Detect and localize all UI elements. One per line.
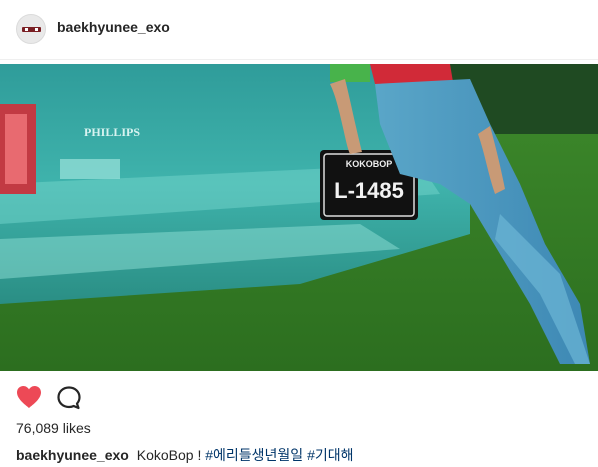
avatar[interactable] <box>16 14 46 44</box>
likes-number: 76,089 <box>16 420 59 436</box>
like-button[interactable] <box>16 385 44 411</box>
speech-bubble-icon <box>57 386 81 410</box>
heart-icon <box>17 386 41 408</box>
post-username[interactable]: baekhyunee_exo <box>57 19 170 35</box>
comment-button[interactable] <box>56 385 82 411</box>
hashtag-link[interactable]: #기대해 <box>307 447 353 463</box>
avatar-logo <box>22 27 41 32</box>
post-photo[interactable]: PHILLIPS KOKOBOP L-1485 <box>0 64 598 371</box>
caption-text: KokoBop ! <box>136 447 202 463</box>
plate-main-text: L-1485 <box>334 178 404 203</box>
plate-top-text: KOKOBOP <box>346 159 393 169</box>
caption-username[interactable]: baekhyunee_exo <box>16 447 129 463</box>
hashtag-link[interactable]: #에리들생년월일 <box>205 447 303 463</box>
post-header: baekhyunee_exo <box>0 0 598 60</box>
likes-label: likes <box>62 420 91 436</box>
photo-image: PHILLIPS KOKOBOP L-1485 <box>0 64 598 371</box>
likes-count[interactable]: 76,089 likes <box>16 420 91 436</box>
post-actions <box>0 383 598 413</box>
car-badge: PHILLIPS <box>84 125 140 139</box>
post-caption: baekhyunee_exo KokoBop ! #에리들생년월일 #기대해 <box>16 445 354 465</box>
